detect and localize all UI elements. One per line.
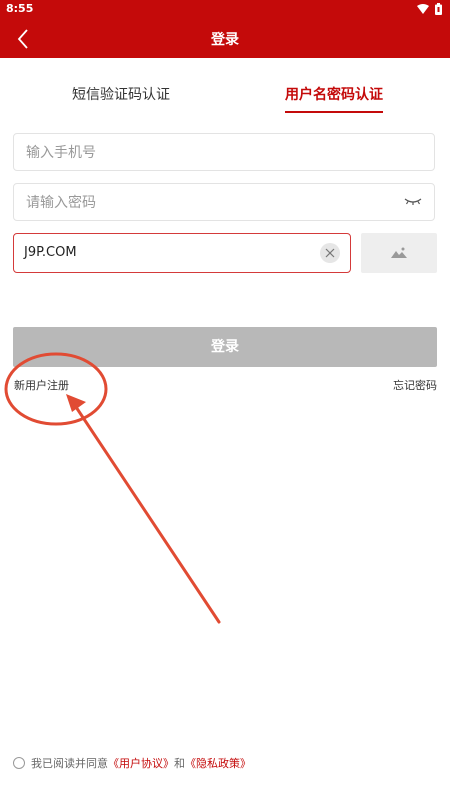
agreement-and: 和 — [174, 757, 185, 770]
tab-sms-code-label: 短信验证码认证 — [72, 87, 170, 103]
status-time: 8:55 — [6, 2, 34, 15]
phone-field — [13, 133, 435, 172]
page-title: 登录 — [211, 32, 239, 48]
register-link[interactable]: 新用户注册 — [14, 377, 69, 393]
privacy-policy-link[interactable]: 《隐私政策》 — [185, 755, 251, 771]
agreement-row: 我已阅读并同意 《用户协议》 和 《隐私政策》 — [13, 755, 251, 771]
agreement-prefix: 我已阅读并同意 — [31, 757, 108, 770]
captcha-field[interactable]: J9P.COM — [13, 233, 351, 273]
annotation-arrow-shaft — [72, 402, 221, 624]
header-bar: 登录 — [0, 20, 450, 58]
password-field — [13, 183, 435, 222]
auth-tabs: 短信验证码认证 用户名密码认证 — [0, 84, 450, 114]
captcha-input-value: J9P.COM — [24, 245, 77, 260]
agree-radio[interactable] — [13, 757, 25, 769]
clear-button[interactable] — [320, 243, 340, 263]
phone-input[interactable] — [24, 134, 398, 172]
password-input[interactable] — [24, 184, 398, 222]
tab-username-password[interactable]: 用户名密码认证 — [285, 84, 383, 113]
forgot-password-link[interactable]: 忘记密码 — [393, 377, 437, 393]
tab-username-password-label: 用户名密码认证 — [285, 87, 383, 103]
active-tab-indicator — [285, 111, 383, 113]
image-placeholder-icon — [391, 247, 407, 258]
close-icon — [325, 248, 335, 258]
tab-sms-code[interactable]: 短信验证码认证 — [72, 84, 170, 104]
eye-closed-icon[interactable] — [404, 196, 422, 208]
captcha-image[interactable] — [361, 233, 437, 273]
annotation-arrowhead-icon — [66, 394, 86, 412]
status-icons — [417, 3, 442, 15]
status-bar: 8:55 — [0, 0, 450, 20]
user-agreement-link[interactable]: 《用户协议》 — [108, 755, 174, 771]
login-button[interactable]: 登录 — [13, 327, 437, 367]
battery-icon — [435, 3, 442, 15]
annotation-overlay — [4, 352, 221, 624]
wifi-icon — [417, 4, 429, 14]
